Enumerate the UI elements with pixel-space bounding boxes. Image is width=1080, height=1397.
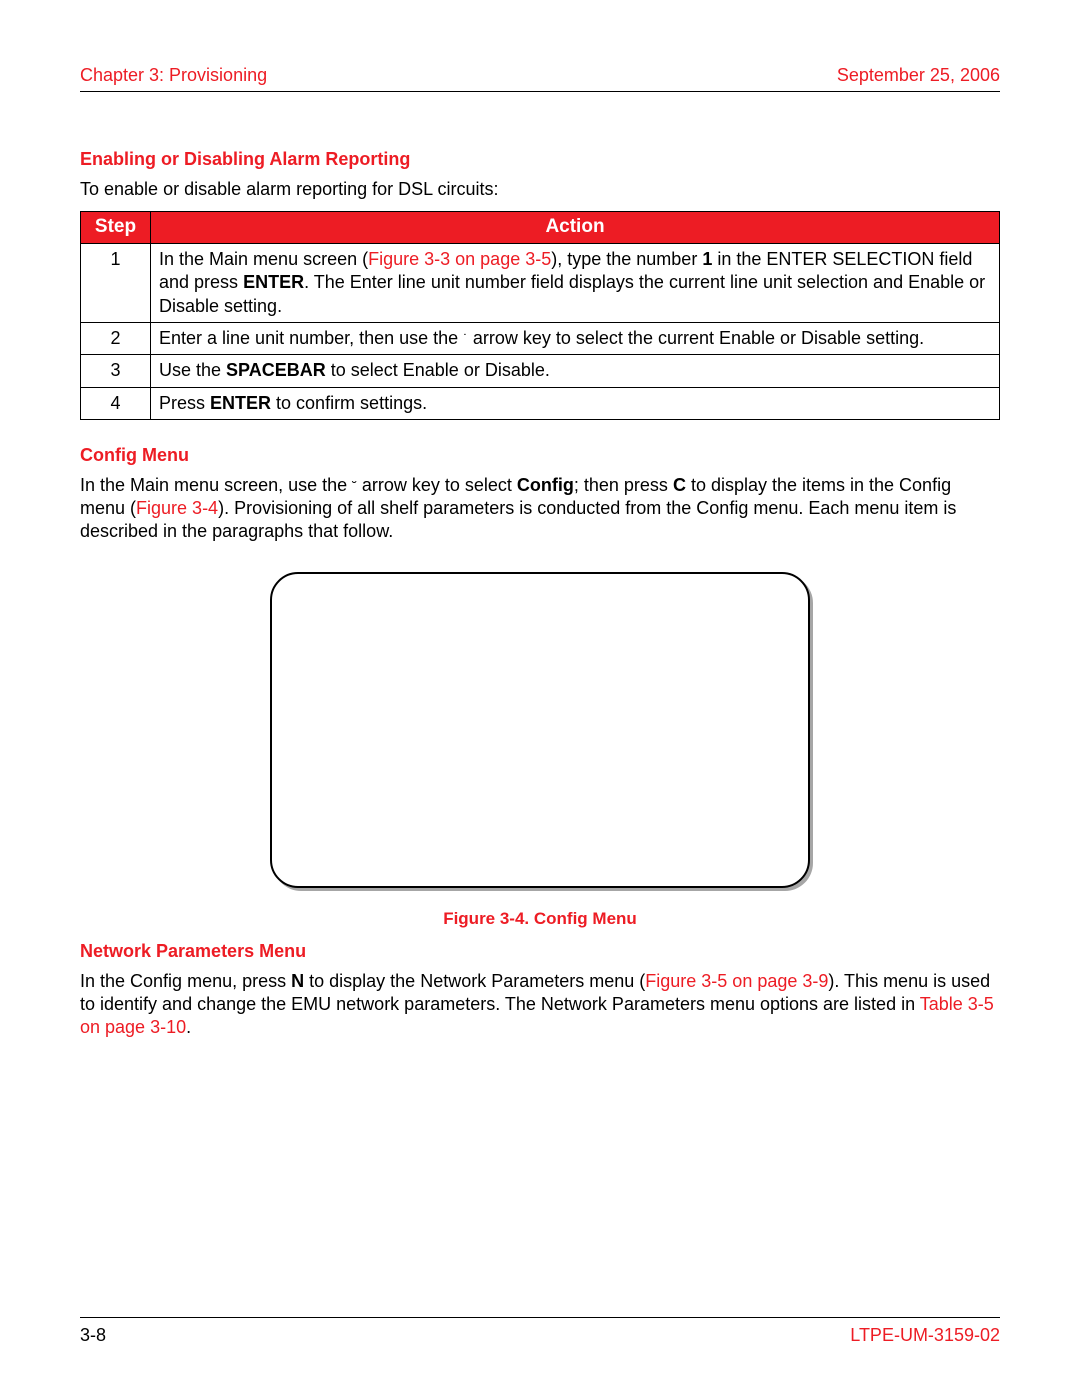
table-row: 4 Press ENTER to confirm settings. (81, 387, 1000, 419)
step-number: 2 (81, 323, 151, 355)
page-header: Chapter 3: Provisioning September 25, 20… (80, 64, 1000, 92)
chapter-label: Chapter 3: Provisioning (80, 64, 267, 87)
step-number: 4 (81, 387, 151, 419)
page-number: 3-8 (80, 1324, 106, 1347)
col-header-action: Action (151, 212, 1000, 244)
document-id: LTPE-UM-3159-02 (850, 1324, 1000, 1347)
section-intro-alarm: To enable or disable alarm reporting for… (80, 178, 1000, 201)
step-action: Use the SPACEBAR to select Enable or Dis… (151, 355, 1000, 387)
step-number: 1 (81, 243, 151, 322)
figure-caption: Figure 3-4. Config Menu (80, 908, 1000, 930)
page-footer: 3-8 LTPE-UM-3159-02 (80, 1317, 1000, 1347)
table-row: 3 Use the SPACEBAR to select Enable or D… (81, 355, 1000, 387)
col-header-step: Step (81, 212, 151, 244)
xref-link[interactable]: Figure 3-3 on page 3-5 (368, 249, 551, 269)
header-date: September 25, 2006 (837, 64, 1000, 87)
step-action: In the Main menu screen (Figure 3-3 on p… (151, 243, 1000, 322)
step-action: Enter a line unit number, then use the ˙… (151, 323, 1000, 355)
table-row: 2 Enter a line unit number, then use the… (81, 323, 1000, 355)
section-title-config: Config Menu (80, 444, 1000, 467)
figure-placeholder (270, 572, 810, 888)
network-paragraph: In the Config menu, press N to display t… (80, 970, 1000, 1040)
steps-table: Step Action 1 In the Main menu screen (F… (80, 211, 1000, 420)
section-title-network: Network Parameters Menu (80, 940, 1000, 963)
step-number: 3 (81, 355, 151, 387)
xref-link[interactable]: Figure 3-5 on page 3-9 (645, 971, 828, 991)
section-title-alarm: Enabling or Disabling Alarm Reporting (80, 148, 1000, 171)
xref-link[interactable]: Figure 3-4 (136, 498, 218, 518)
step-action: Press ENTER to confirm settings. (151, 387, 1000, 419)
config-paragraph: In the Main menu screen, use the ˘ arrow… (80, 474, 1000, 544)
table-row: 1 In the Main menu screen (Figure 3-3 on… (81, 243, 1000, 322)
